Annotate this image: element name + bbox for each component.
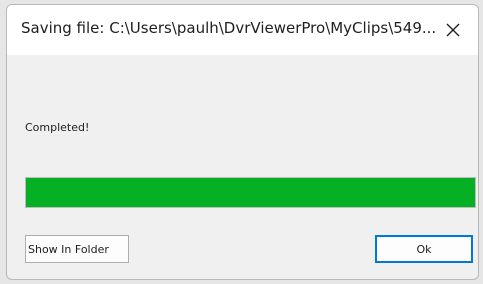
close-button[interactable] (438, 15, 468, 45)
progress-bar (25, 177, 476, 208)
show-in-folder-button[interactable]: Show In Folder (25, 235, 129, 263)
ok-button[interactable]: Ok (375, 235, 473, 263)
save-progress-dialog: Saving file: C:\Users\paulh\DvrViewerPro… (6, 4, 479, 280)
status-label: Completed! (25, 121, 90, 134)
dialog-title: Saving file: C:\Users\paulh\DvrViewerPro… (21, 19, 436, 37)
progress-bar-fill (26, 178, 475, 207)
close-icon (446, 23, 460, 37)
title-bar: Saving file: C:\Users\paulh\DvrViewerPro… (7, 5, 478, 55)
